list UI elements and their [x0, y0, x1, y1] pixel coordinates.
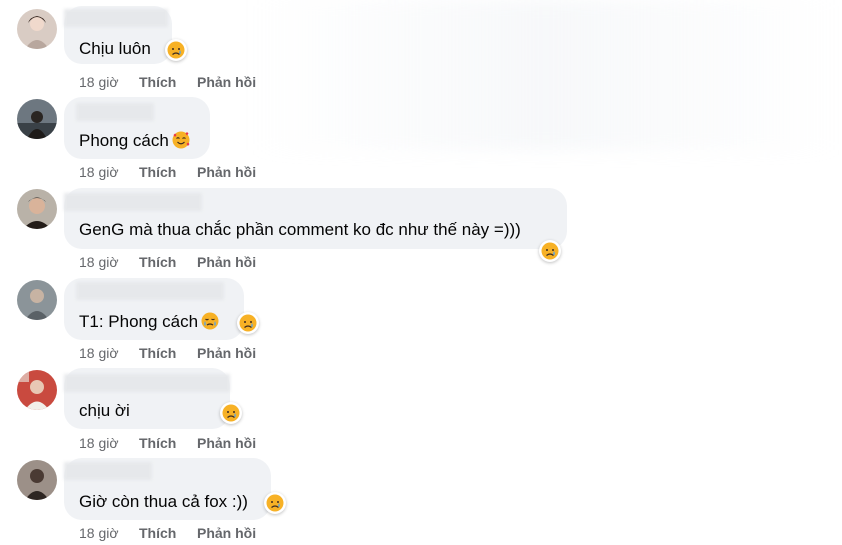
- avatar[interactable]: [17, 280, 57, 320]
- like-button[interactable]: Thích: [139, 435, 176, 451]
- comment-time[interactable]: 18 giờ: [79, 345, 119, 361]
- like-button[interactable]: Thích: [139, 164, 176, 180]
- comment-bubble: Chịu luôn: [64, 6, 172, 64]
- comment-text: Phong cách: [79, 131, 169, 150]
- comment-time[interactable]: 18 giờ: [79, 74, 119, 90]
- like-button[interactable]: Thích: [139, 74, 176, 90]
- like-button[interactable]: Thích: [139, 254, 176, 270]
- sad-crying-face-icon[interactable]: [539, 240, 561, 262]
- comment-time[interactable]: 18 giờ: [79, 254, 119, 270]
- like-button[interactable]: Thích: [139, 525, 176, 541]
- avatar[interactable]: [17, 189, 57, 229]
- comment-time[interactable]: 18 giờ: [79, 164, 119, 180]
- crying-face-icon: [201, 312, 219, 335]
- reply-button[interactable]: Phản hồi: [197, 74, 256, 90]
- comment-bubble: T1: Phong cách: [64, 278, 244, 340]
- avatar[interactable]: [17, 9, 57, 49]
- reply-button[interactable]: Phản hồi: [197, 254, 256, 270]
- reply-button[interactable]: Phản hồi: [197, 164, 256, 180]
- author-name-blurred[interactable]: [64, 193, 202, 211]
- comment-text: Giờ còn thua cả fox :)): [79, 492, 248, 511]
- like-button[interactable]: Thích: [139, 345, 176, 361]
- author-name-blurred[interactable]: [64, 9, 168, 27]
- avatar[interactable]: [17, 370, 57, 410]
- avatar[interactable]: [17, 460, 57, 500]
- reply-button[interactable]: Phản hồi: [197, 525, 256, 541]
- sad-crying-face-icon[interactable]: [165, 39, 187, 61]
- comment-text: chịu ời: [79, 401, 130, 420]
- comment-bubble: GenG mà thua chắc phần comment ko đc như…: [64, 188, 567, 249]
- comment-bubble: chịu ời: [64, 368, 230, 429]
- reply-button[interactable]: Phản hồi: [197, 345, 256, 361]
- comment-time[interactable]: 18 giờ: [79, 435, 119, 451]
- author-name-blurred[interactable]: [64, 374, 230, 392]
- reply-button[interactable]: Phản hồi: [197, 435, 256, 451]
- comment-bubble: Phong cách: [64, 97, 210, 159]
- smiling-face-with-hearts-icon: [172, 131, 190, 154]
- comment-time[interactable]: 18 giờ: [79, 525, 119, 541]
- author-name-blurred[interactable]: [76, 103, 154, 121]
- comment-text: GenG mà thua chắc phần comment ko đc như…: [79, 220, 521, 239]
- sad-crying-face-icon[interactable]: [264, 492, 286, 514]
- background-blur: [250, 0, 842, 150]
- avatar[interactable]: [17, 99, 57, 139]
- comment-text: Chịu luôn: [79, 39, 151, 58]
- comment-text: T1: Phong cách: [79, 312, 199, 331]
- author-name-blurred[interactable]: [76, 282, 224, 300]
- sad-crying-face-icon[interactable]: [237, 312, 259, 334]
- author-name-blurred[interactable]: [64, 462, 152, 480]
- comment-bubble: Giờ còn thua cả fox :)): [64, 458, 271, 520]
- sad-crying-face-icon[interactable]: [220, 402, 242, 424]
